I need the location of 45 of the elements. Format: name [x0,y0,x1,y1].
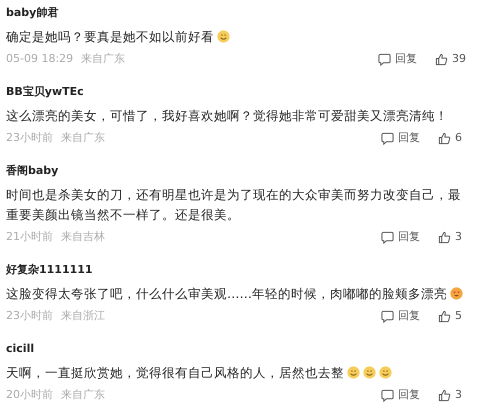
thumbs-up-icon [435,52,448,66]
comment-text: 天啊，一直挺欣赏她，觉得很有自己风格的人，居然也去整 [6,363,392,383]
comment-text: 时间也是杀美女的刀，还有明星也许是为了现在的大众审美而努力改变自己，最重要美颜出镜当然不一样了。还是很美。 [6,186,462,224]
comment-time: 20小时前 [6,387,53,403]
reply-button[interactable]: 回复 [381,229,420,245]
thumbs-up-icon [438,310,451,322]
user-name[interactable]: baby帥君 [6,5,58,21]
user-name[interactable]: 好复杂1111111 [6,262,93,278]
user-name[interactable]: BB宝贝ywTEc [6,84,84,100]
speech-bubble-icon [381,230,394,244]
comment-text: 这脸变得太夸张了吧，什么什么审美观……年轻的时候，肉嘟嘟的脸颊多漂亮 [6,284,463,304]
reply-button[interactable]: 回复 [381,130,420,146]
comment-location: 来自广东 [61,387,105,403]
comment-text: 确定是她吗？要真是她不如以前好看 [6,27,230,47]
thumbs-up-icon [438,230,451,244]
like-button[interactable]: 3 [438,229,466,245]
reply-button[interactable]: 回复 [381,387,420,403]
comment-text: 这么漂亮的美女，可惜了，我好喜欢她啊？觉得她非常可爱甜美又漂亮清纯！ [6,107,448,125]
comment-location: 来自广东 [81,51,126,67]
like-button[interactable]: 6 [438,130,466,146]
comment-time: 21小时前 [6,229,53,245]
speech-bubble-icon [381,132,394,144]
thumbs-up-icon [438,388,451,402]
comment-time: 23小时前 [6,130,53,146]
smiley-icon [379,366,392,379]
like-button[interactable]: 5 [438,308,466,324]
comment-time: 23小时前 [6,308,53,324]
smiley-icon [347,366,360,379]
smiley-icon [363,366,376,379]
heart-eyes-emoji-icon [450,287,463,300]
comment-location: 来自浙江 [61,308,105,324]
speech-bubble-icon [381,310,394,322]
comment-location: 来自吉林 [61,229,105,245]
reply-button[interactable]: 回复 [378,51,417,67]
user-name[interactable]: 香阁baby [6,163,58,179]
reply-button[interactable]: 回复 [381,308,420,324]
like-button[interactable]: 3 [438,387,466,403]
smiley-icon [217,30,230,43]
speech-bubble-icon [381,388,394,402]
speech-bubble-icon [378,52,391,66]
comment-location: 来自广东 [61,130,105,146]
like-button[interactable]: 39 [435,51,466,67]
comment-time: 05-09 18:29 [6,51,74,67]
user-name[interactable]: cicill [6,341,34,357]
thumbs-up-icon [438,132,451,144]
